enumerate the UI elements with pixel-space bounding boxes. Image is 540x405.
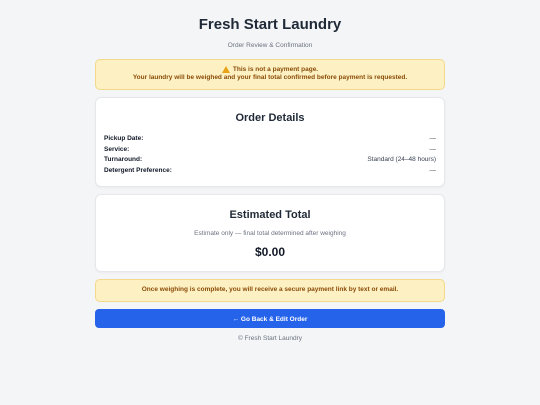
- estimated-total-heading: Estimated Total: [229, 209, 311, 221]
- order-details-card: Order Details Pickup Date: — Service: — …: [95, 97, 445, 187]
- detail-label: Detergent Preference:: [104, 166, 172, 174]
- detail-label: Pickup Date:: [104, 135, 144, 142]
- total-amount: $0.00: [254, 245, 286, 259]
- page-container: Fresh Start Laundry Order Review & Confi…: [95, 0, 445, 343]
- warning-title: This is not a payment page.: [232, 66, 319, 73]
- detail-value: —: [429, 135, 437, 142]
- detail-label: Service:: [104, 145, 130, 153]
- detail-row-service: Service: —: [104, 145, 436, 156]
- detail-value: —: [429, 145, 437, 153]
- payment-link-notice: Once weighing is complete, you will rece…: [95, 279, 445, 302]
- estimate-note: Estimate only — final total determined a…: [194, 230, 346, 237]
- estimated-total-card: Estimated Total Estimate only — final to…: [95, 194, 445, 272]
- order-details-heading: Order Details: [235, 112, 305, 124]
- page-subtitle: Order Review & Confirmation: [227, 42, 313, 49]
- payment-warning-banner: This is not a payment page. Your laundry…: [95, 59, 445, 90]
- detail-row-detergent: Detergent Preference: —: [104, 166, 436, 177]
- footer-copyright: © Fresh Start Laundry: [237, 335, 303, 342]
- detail-row-turnaround: Turnaround: Standard (24–48 hours): [104, 155, 436, 166]
- warning-icon: [221, 65, 230, 73]
- detail-label: Turnaround:: [104, 156, 143, 163]
- go-back-edit-button[interactable]: ← Go Back & Edit Order: [95, 309, 445, 328]
- detail-row-pickup-date: Pickup Date: —: [104, 134, 436, 145]
- detail-value: Standard (24–48 hours): [367, 156, 436, 163]
- detail-value: —: [429, 166, 437, 174]
- warning-message: Your laundry will be weighed and your fi…: [132, 74, 408, 81]
- brand-title: Fresh Start Laundry: [198, 16, 342, 33]
- order-details-list: Pickup Date: — Service: — Turnaround: St…: [104, 134, 436, 176]
